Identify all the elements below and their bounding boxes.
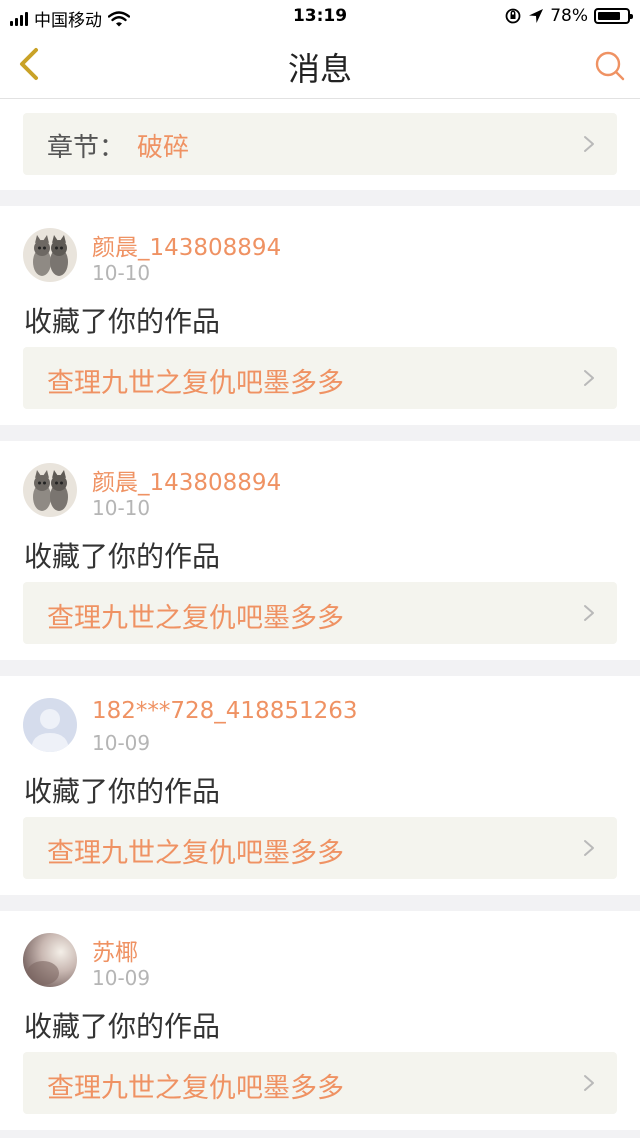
message-date: 10-10	[92, 261, 151, 285]
message-card: 颜晨_143808894 10-10 收藏了你的作品 查理九世之复仇吧墨多多	[0, 206, 640, 425]
cat-avatar[interactable]	[23, 228, 77, 282]
search-icon[interactable]	[594, 50, 626, 82]
work-title: 查理九世之复仇吧墨多多	[47, 1073, 344, 1104]
default-avatar[interactable]	[23, 698, 77, 752]
chapter-label: 章节：	[47, 133, 126, 163]
message-card: 苏椰 10-09 收藏了你的作品 查理九世之复仇吧墨多多	[0, 911, 640, 1130]
nav-bar: 消息	[0, 32, 640, 99]
message-action: 收藏了你的作品	[24, 305, 221, 338]
chevron-right-icon	[584, 605, 594, 621]
chapter-name: 破碎	[137, 133, 190, 163]
message-card: 颜晨_143808894 10-10 收藏了你的作品 查理九世之复仇吧墨多多	[0, 441, 640, 660]
photo-avatar[interactable]	[23, 933, 77, 987]
battery-percent: 78%	[550, 6, 588, 26]
chevron-right-icon	[584, 840, 594, 856]
work-link[interactable]: 查理九世之复仇吧墨多多	[23, 347, 617, 409]
message-card: 182***728_418851263 10-09 收藏了你的作品 查理九世之复…	[0, 676, 640, 895]
chevron-right-icon	[584, 370, 594, 386]
work-link[interactable]: 查理九世之复仇吧墨多多	[23, 817, 617, 879]
work-title: 查理九世之复仇吧墨多多	[47, 838, 344, 869]
username-link[interactable]: 颜晨_143808894	[92, 463, 281, 497]
location-icon	[529, 9, 544, 23]
battery-fill	[598, 12, 620, 20]
work-link[interactable]: 查理九世之复仇吧墨多多	[23, 1052, 617, 1114]
message-action: 收藏了你的作品	[24, 1010, 221, 1043]
work-title: 查理九世之复仇吧墨多多	[47, 368, 344, 399]
username-link[interactable]: 颜晨_143808894	[92, 228, 281, 262]
message-date: 10-09	[92, 966, 151, 990]
message-action: 收藏了你的作品	[24, 775, 221, 808]
cat-avatar[interactable]	[23, 463, 77, 517]
username-link[interactable]: 苏椰	[92, 933, 138, 967]
status-bar: 中国移动 13:19 78%	[0, 0, 640, 32]
page-title: 消息	[287, 50, 352, 88]
rotation-lock-icon	[505, 8, 521, 24]
chevron-right-icon	[584, 136, 594, 152]
work-title: 查理九世之复仇吧墨多多	[47, 603, 344, 634]
status-right: 78%	[504, 6, 633, 26]
username-link[interactable]: 182***728_418851263	[92, 698, 358, 724]
chapter-link[interactable]: 章节： 破碎	[23, 113, 617, 175]
message-date: 10-10	[92, 496, 151, 520]
chapter-section: 章节： 破碎	[0, 99, 640, 190]
chevron-right-icon	[584, 1075, 594, 1091]
message-action: 收藏了你的作品	[24, 540, 221, 573]
battery-icon	[594, 8, 633, 24]
work-link[interactable]: 查理九世之复仇吧墨多多	[23, 582, 617, 644]
message-date: 10-09	[92, 731, 151, 755]
